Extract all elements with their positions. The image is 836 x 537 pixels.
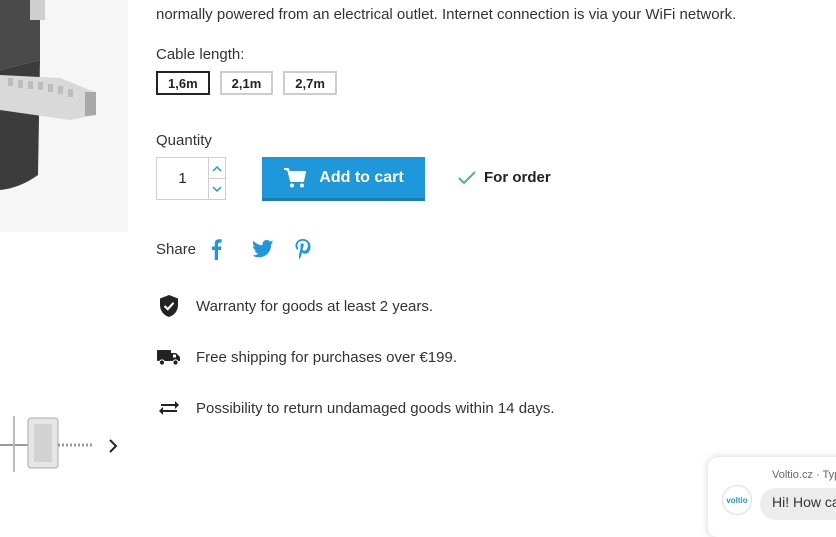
checkmark-icon (458, 170, 476, 184)
benefit-shipping: Free shipping for purchases over €199. (156, 344, 555, 370)
thumbnail-next-button[interactable] (104, 436, 122, 456)
cable-length-label: Cable length: (156, 46, 245, 63)
shopping-cart-icon (284, 167, 307, 187)
chevron-right-icon (109, 439, 118, 453)
benefit-returns: Possibility to return undamaged goods wi… (156, 395, 555, 421)
availability-text: For order (484, 169, 551, 186)
twitter-share-link[interactable] (252, 237, 294, 261)
chat-avatar-logo: voltio (726, 495, 748, 505)
availability-status: For order (458, 169, 551, 186)
chat-widget[interactable]: Voltio.cz · Typ voltio Hi! How ca (708, 457, 836, 537)
quantity-decrease-button[interactable] (209, 178, 225, 199)
facebook-share-link[interactable] (210, 237, 252, 261)
share-bar: Share (156, 237, 336, 261)
benefit-shipping-text: Free shipping for purchases over €199. (196, 348, 457, 366)
exchange-arrows-icon (156, 395, 182, 421)
quantity-label: Quantity (156, 132, 212, 149)
cable-length-options: 1,6m 2,1m 2,7m (156, 71, 337, 95)
product-description: normally powered from an electrical outl… (156, 6, 737, 23)
quantity-stepper (156, 157, 226, 200)
product-main-image[interactable] (0, 0, 128, 232)
cable-option-2-1m[interactable]: 2,1m (219, 71, 274, 95)
quantity-increase-button[interactable] (209, 158, 225, 178)
cable-option-2-7m[interactable]: 2,7m (283, 71, 337, 95)
benefit-warranty: Warranty for goods at least 2 years. (156, 293, 555, 319)
chat-header: Voltio.cz · Typ (772, 469, 836, 481)
chat-message-bubble[interactable]: Hi! How ca (760, 488, 836, 520)
add-to-cart-button[interactable]: Add to cart (262, 157, 425, 201)
add-to-cart-label: Add to cart (319, 168, 404, 186)
benefits-list: Warranty for goods at least 2 years. Fre… (156, 293, 555, 446)
twitter-icon (252, 240, 274, 258)
benefit-warranty-text: Warranty for goods at least 2 years. (196, 297, 434, 315)
chat-avatar: voltio (722, 485, 752, 515)
product-thumbnail[interactable] (0, 410, 95, 480)
pinterest-icon (295, 239, 311, 259)
benefit-returns-text: Possibility to return undamaged goods wi… (196, 399, 555, 417)
quantity-input[interactable] (157, 158, 208, 199)
facebook-icon (211, 239, 222, 260)
truck-icon (156, 344, 182, 370)
share-label: Share (156, 240, 197, 258)
quantity-arrows (208, 158, 225, 199)
chevron-up-icon (212, 165, 222, 172)
shield-check-icon (156, 293, 182, 319)
cable-option-1-6m[interactable]: 1,6m (156, 71, 210, 95)
pinterest-share-link[interactable] (294, 237, 336, 261)
chevron-down-icon (212, 185, 222, 192)
